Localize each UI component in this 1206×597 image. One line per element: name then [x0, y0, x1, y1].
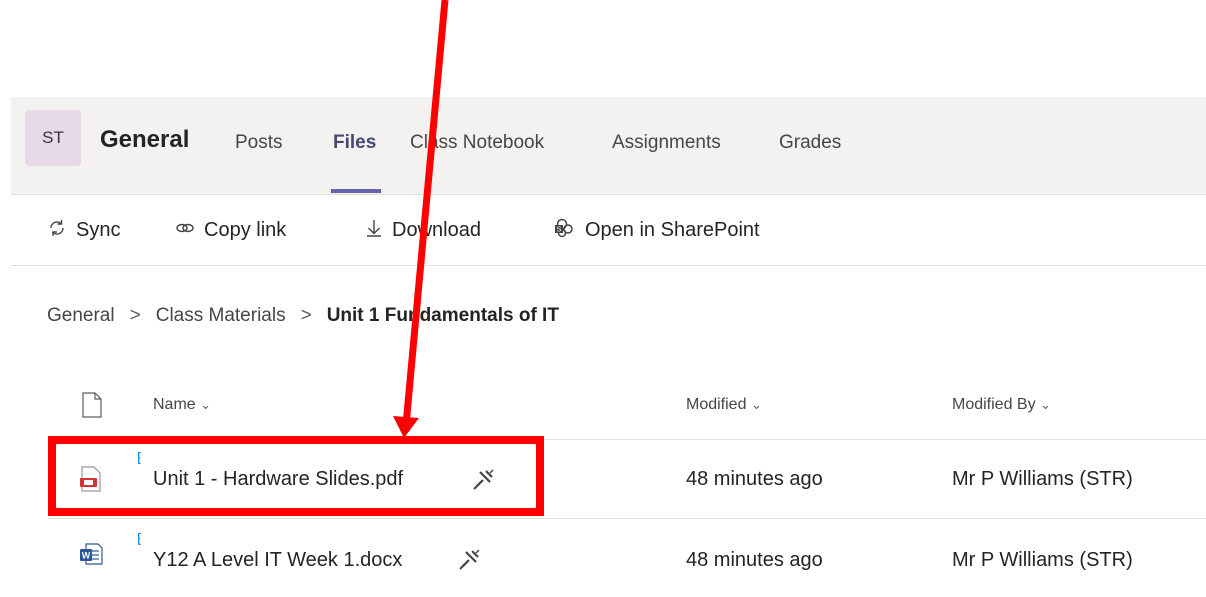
annotation-arrow [393, 0, 449, 438]
